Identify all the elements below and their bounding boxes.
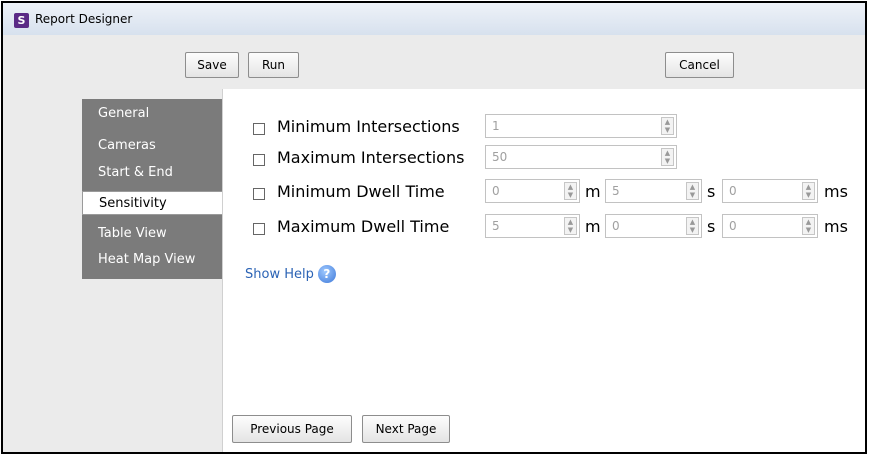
sidebar-item-start-end[interactable]: Start & End [98,165,173,180]
max-dwell-minutes-value: 5 [492,219,500,233]
min-dwell-ms-value: 0 [729,184,737,198]
title-bar: S Report Designer [3,3,865,35]
min-intersections-spinner[interactable]: 1 ▲ ▼ [485,114,677,138]
sidebar-item-cameras[interactable]: Cameras [98,138,156,153]
milliseconds-unit-label: ms [824,217,848,236]
max-dwell-ms-spinner[interactable]: 0 ▲ ▼ [722,214,818,238]
minutes-unit-label: m [585,217,601,236]
spinner-arrows-icon[interactable]: ▲ ▼ [661,117,674,135]
sidebar-item-sensitivity[interactable]: Sensitivity [82,191,225,215]
min-intersections-label: Minimum Intersections [277,117,460,136]
sidebar-nav: General Cameras Start & End Sensitivity … [82,99,225,279]
spinner-arrows-icon[interactable]: ▲ ▼ [564,217,577,235]
min-intersections-value: 1 [492,119,500,133]
milliseconds-unit-label: ms [824,182,848,201]
min-dwell-minutes-value: 0 [492,184,500,198]
run-button[interactable]: Run [248,52,299,78]
minutes-unit-label: m [585,182,601,201]
spinner-arrows-icon[interactable]: ▲ ▼ [564,182,577,200]
seconds-unit-label: s [707,182,716,201]
min-dwell-seconds-spinner[interactable]: 5 ▲ ▼ [605,179,702,203]
spinner-arrows-icon[interactable]: ▲ ▼ [802,217,815,235]
max-dwell-checkbox[interactable] [253,223,265,235]
min-intersections-checkbox[interactable] [253,123,265,135]
sidebar-item-table-view[interactable]: Table View [98,226,167,241]
max-dwell-seconds-value: 0 [612,219,620,233]
sidebar-item-heat-map-view[interactable]: Heat Map View [98,252,195,267]
min-dwell-checkbox[interactable] [253,188,265,200]
min-dwell-label: Minimum Dwell Time [277,182,445,201]
max-dwell-seconds-spinner[interactable]: 0 ▲ ▼ [605,214,702,238]
cancel-button[interactable]: Cancel [665,52,734,78]
min-dwell-seconds-value: 5 [612,184,620,198]
max-dwell-ms-value: 0 [729,219,737,233]
min-dwell-minutes-spinner[interactable]: 0 ▲ ▼ [485,179,580,203]
max-intersections-value: 50 [492,150,508,164]
spinner-arrows-icon[interactable]: ▲ ▼ [686,217,699,235]
max-dwell-label: Maximum Dwell Time [277,217,450,236]
max-intersections-checkbox[interactable] [253,154,265,166]
spinner-arrows-icon[interactable]: ▲ ▼ [661,148,674,166]
max-intersections-label: Maximum Intersections [277,148,465,167]
next-page-button[interactable]: Next Page [362,415,450,443]
app-logo-icon: S [14,13,29,28]
spinner-arrows-icon[interactable]: ▲ ▼ [686,182,699,200]
show-help-label: Show Help [245,266,314,282]
sidebar-item-general[interactable]: General [98,106,149,121]
save-button[interactable]: Save [185,52,239,78]
min-dwell-ms-spinner[interactable]: 0 ▲ ▼ [722,179,818,203]
seconds-unit-label: s [707,217,716,236]
previous-page-button[interactable]: Previous Page [232,415,352,443]
window-title: Report Designer [35,12,133,26]
max-dwell-minutes-spinner[interactable]: 5 ▲ ▼ [485,214,580,238]
max-intersections-spinner[interactable]: 50 ▲ ▼ [485,145,677,169]
help-icon: ? [317,265,336,283]
spinner-arrows-icon[interactable]: ▲ ▼ [802,182,815,200]
show-help-link[interactable]: Show Help ? [245,265,336,283]
report-designer-window: S Report Designer Save Run Cancel Genera… [1,1,867,454]
